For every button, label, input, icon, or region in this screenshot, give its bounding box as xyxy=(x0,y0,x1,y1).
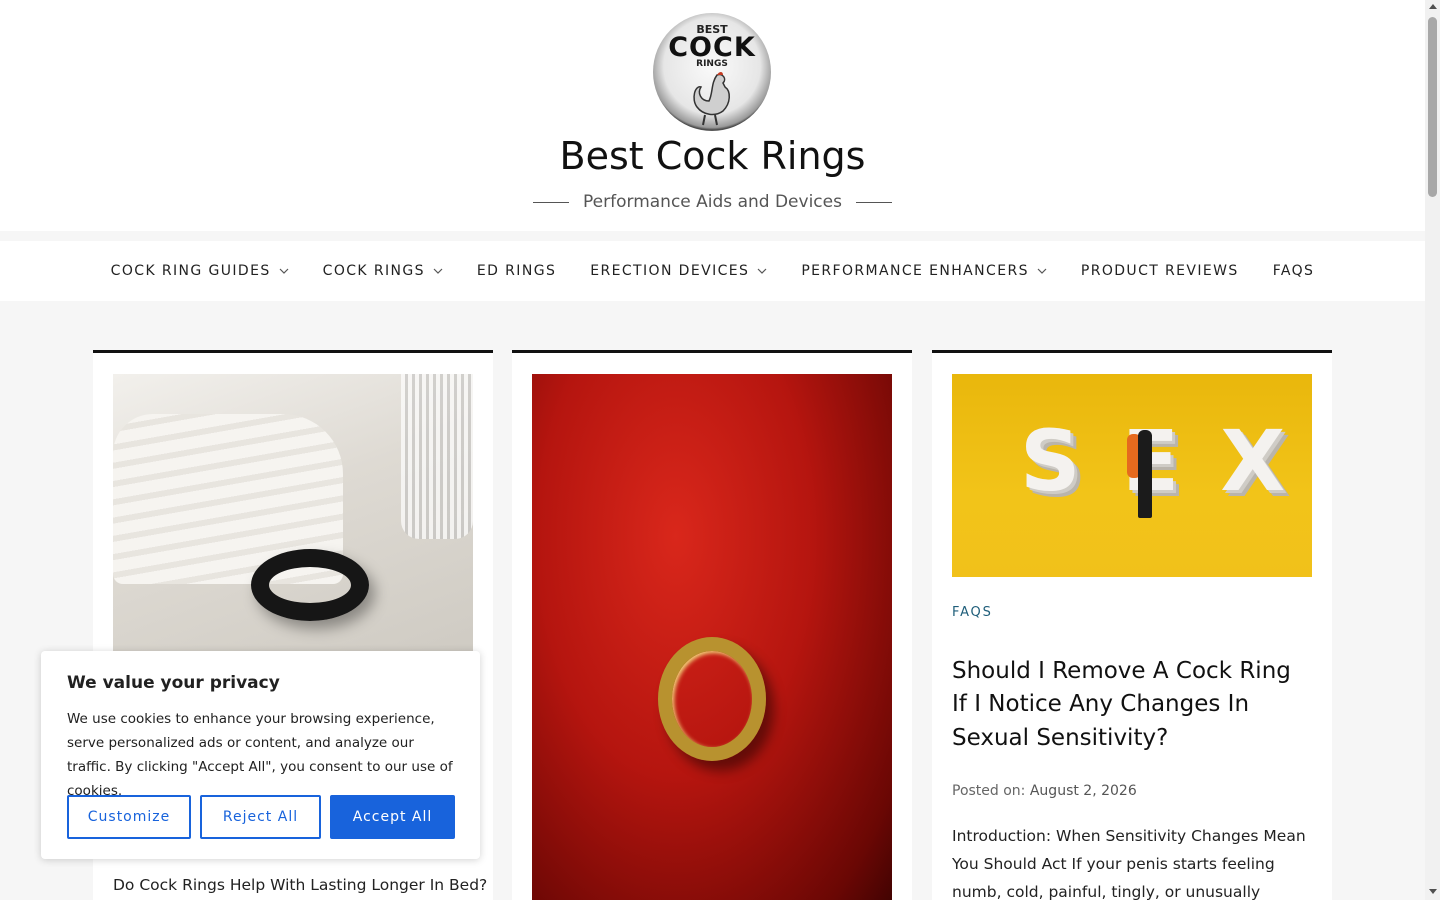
nav-item-label: ED RINGS xyxy=(476,263,557,279)
site-title[interactable]: Best Cock Rings xyxy=(0,134,1425,178)
site-tagline: Performance Aids and Devices xyxy=(583,192,842,212)
post-category[interactable]: FAQS xyxy=(952,605,993,620)
nav-item-erection-devices[interactable]: ERECTION DEVICES xyxy=(590,263,767,279)
cookie-body: We use cookies to enhance your browsing … xyxy=(67,711,453,800)
logo-text-rings: RINGS xyxy=(696,59,728,69)
post-card: S E X FAQS Should I Remove A Cock Ring I… xyxy=(932,350,1332,900)
post-title[interactable]: Do Cock Rings Help With Lasting Longer I… xyxy=(113,876,493,894)
site-header: BEST COCK RINGS Best Cock Rings Performa… xyxy=(0,0,1425,231)
post-meta: Posted on: August 2, 2026 xyxy=(952,783,1137,799)
tagline-wrap: Performance Aids and Devices xyxy=(0,192,1425,212)
chevron-down-icon xyxy=(433,268,443,274)
chevron-down-icon xyxy=(757,268,767,274)
post-thumbnail[interactable]: S E X xyxy=(952,374,1312,577)
vase-shape xyxy=(401,374,473,539)
nav-item-label: COCK RING GUIDES xyxy=(110,263,271,279)
gold-ring-shape xyxy=(658,637,766,761)
black-ring-shape xyxy=(251,549,369,621)
cookie-buttons: Customize Reject All Accept All xyxy=(67,795,455,839)
nav-item-faqs[interactable]: FAQS xyxy=(1273,263,1315,279)
figure-shape xyxy=(1138,430,1152,518)
cookie-heading: We value your privacy xyxy=(67,673,280,693)
chevron-down-icon xyxy=(279,268,289,274)
customize-button[interactable]: Customize xyxy=(67,795,191,839)
nav-item-cock-ring-guides[interactable]: COCK RING GUIDES xyxy=(111,263,289,279)
scroll-up-icon[interactable] xyxy=(1429,4,1437,9)
main-navigation: COCK RING GUIDES COCK RINGS ED RINGS ERE… xyxy=(0,241,1425,301)
towel-ring-image xyxy=(113,374,473,651)
nav-item-label: PERFORMANCE ENHANCERS xyxy=(801,263,1029,279)
nav-item-performance-enhancers[interactable]: PERFORMANCE ENHANCERS xyxy=(801,263,1047,279)
tagline-divider-right xyxy=(855,201,892,203)
post-thumbnail[interactable] xyxy=(113,374,473,651)
chevron-down-icon xyxy=(1037,268,1047,274)
post-card xyxy=(512,350,912,900)
cookie-consent-banner: We value your privacy We use cookies to … xyxy=(41,651,480,859)
scroll-down-icon[interactable] xyxy=(1429,889,1437,894)
post-thumbnail[interactable] xyxy=(532,374,892,900)
nav-item-ed-rings[interactable]: ED RINGS xyxy=(477,263,556,279)
post-excerpt: Introduction: When Sensitivity Changes M… xyxy=(952,827,1306,900)
image-letters: S E X xyxy=(1020,412,1292,510)
scrollbar-thumb[interactable] xyxy=(1428,17,1437,197)
nav-item-label: ERECTION DEVICES xyxy=(590,263,750,279)
gold-ring-image xyxy=(532,374,892,900)
sex-letters-image: S E X xyxy=(952,374,1312,577)
post-date[interactable]: August 2, 2026 xyxy=(1030,783,1137,799)
rooster-icon xyxy=(693,72,730,126)
post-title[interactable]: Should I Remove A Cock Ring If I Notice … xyxy=(952,655,1312,755)
tagline-divider-left xyxy=(533,201,570,203)
accept-all-button[interactable]: Accept All xyxy=(330,795,455,839)
nav-item-product-reviews[interactable]: PRODUCT REVIEWS xyxy=(1081,263,1239,279)
site-logo[interactable]: BEST COCK RINGS xyxy=(653,13,771,131)
reject-all-button[interactable]: Reject All xyxy=(200,795,321,839)
nav-item-label: FAQS xyxy=(1272,263,1315,279)
page-scrollbar[interactable] xyxy=(1425,0,1440,900)
nav-item-label: COCK RINGS xyxy=(322,263,425,279)
nav-item-label: PRODUCT REVIEWS xyxy=(1080,263,1239,279)
posted-on-label: Posted on: xyxy=(952,783,1026,799)
nav-item-cock-rings[interactable]: COCK RINGS xyxy=(323,263,443,279)
